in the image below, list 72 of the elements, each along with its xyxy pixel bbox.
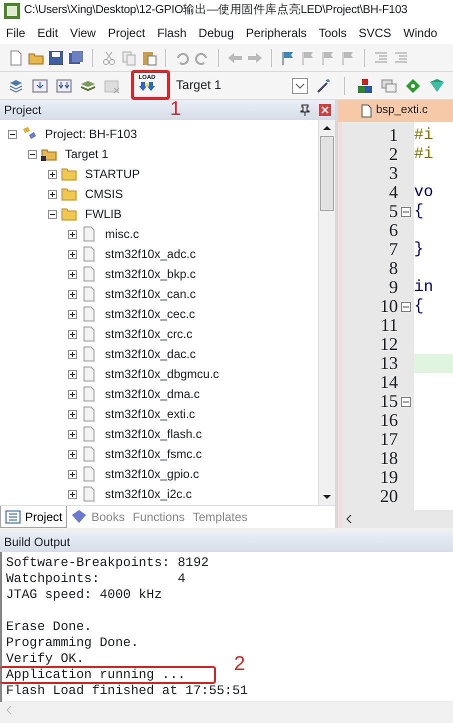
output-line: Software-Breakpoints: 8192 bbox=[6, 558, 209, 568]
output-line: Watchpoints: 4 bbox=[6, 574, 186, 584]
tree-item[interactable]: stm32f10x_can.c bbox=[105, 285, 196, 303]
tree-item[interactable]: CMSIS bbox=[85, 185, 124, 203]
line-number: 19 bbox=[380, 468, 398, 487]
output-line: Flash Load finished at 17:55:51 bbox=[6, 686, 248, 696]
line-number: 13 bbox=[380, 354, 398, 373]
tree-item[interactable]: stm32f10x_flash.c bbox=[105, 425, 202, 443]
code-text: } bbox=[414, 240, 424, 258]
line-number: 11 bbox=[380, 316, 398, 335]
line-number: 5 bbox=[389, 202, 398, 221]
line-number: 17 bbox=[380, 430, 398, 449]
tree-item[interactable]: stm32f10x_dma.c bbox=[105, 385, 200, 403]
tree-item[interactable]: stm32f10x_adc.c bbox=[105, 245, 196, 263]
menu-item[interactable]: Flash bbox=[151, 24, 193, 42]
tree-item[interactable]: stm32f10x_fsmc.c bbox=[105, 445, 202, 463]
output-line: Application running ... bbox=[6, 670, 186, 680]
menu-item[interactable]: View bbox=[64, 24, 102, 42]
target-name: Target 1 bbox=[176, 77, 222, 94]
menu-item[interactable]: Windo bbox=[397, 24, 444, 42]
tree-item[interactable]: misc.c bbox=[105, 225, 139, 243]
tree-item[interactable]: Project: BH-F103 bbox=[45, 125, 138, 143]
menu-item[interactable]: Peripherals bbox=[240, 24, 313, 42]
line-number: 8 bbox=[389, 259, 398, 278]
line-number: 2 bbox=[389, 145, 398, 164]
line-number: 14 bbox=[380, 373, 398, 392]
tree-item[interactable]: STARTUP bbox=[85, 165, 140, 183]
code-text: #i bbox=[414, 126, 434, 144]
panel-title: Project bbox=[4, 102, 42, 119]
line-number: 12 bbox=[380, 335, 398, 354]
code-text: in bbox=[414, 278, 434, 296]
output-line: Programming Done. bbox=[6, 638, 139, 648]
output-line: Verify OK. bbox=[6, 654, 84, 664]
tree-item[interactable]: stm32f10x_crc.c bbox=[105, 325, 192, 343]
line-number: 16 bbox=[380, 411, 398, 430]
menu-item[interactable]: Tools bbox=[312, 24, 353, 42]
tree-item[interactable]: stm32f10x_i2c.c bbox=[105, 485, 192, 503]
menu-item[interactable]: Project bbox=[102, 24, 152, 42]
tree-item[interactable]: stm32f10x_dac.c bbox=[105, 345, 196, 363]
panel-tab[interactable]: Project bbox=[0, 506, 68, 528]
annotation-number: 1 bbox=[170, 99, 182, 119]
output-line: JTAG speed: 4000 kHz bbox=[6, 590, 162, 600]
code-text: vo bbox=[414, 183, 434, 201]
window-title: C:\Users\Xing\Desktop\12-GPIO输出—使用固件库点亮LED\Project\BH-F103 bbox=[24, 2, 408, 18]
code-text: { bbox=[414, 202, 424, 220]
annotation-number: 2 bbox=[234, 654, 246, 674]
tree-item[interactable]: stm32f10x_cec.c bbox=[105, 305, 196, 323]
line-number: 1 bbox=[389, 126, 398, 145]
editor-tab[interactable]: bsp_exti.c bbox=[338, 100, 453, 122]
line-number: 4 bbox=[389, 183, 398, 202]
line-number: 3 bbox=[389, 164, 398, 183]
tree-item[interactable]: stm32f10x_gpio.c bbox=[105, 465, 200, 483]
line-number: 7 bbox=[389, 240, 398, 259]
line-number: 20 bbox=[380, 487, 398, 506]
tree-item[interactable]: stm32f10x_bkp.c bbox=[105, 265, 196, 283]
panel-title: Build Output bbox=[4, 534, 70, 551]
tree-item[interactable]: Target 1 bbox=[65, 145, 108, 163]
line-number: 6 bbox=[389, 221, 398, 240]
menu-item[interactable]: File bbox=[0, 24, 32, 42]
tree-item[interactable]: stm32f10x_dbgmcu.c bbox=[105, 365, 220, 383]
output-line: Erase Done. bbox=[6, 622, 92, 632]
line-number: 18 bbox=[380, 449, 398, 468]
code-text: #i bbox=[414, 145, 434, 163]
tree-item[interactable]: stm32f10x_exti.c bbox=[105, 405, 196, 423]
tree-item[interactable]: FWLIB bbox=[85, 205, 122, 223]
menu-item[interactable]: Debug bbox=[192, 24, 240, 42]
line-number: 15 bbox=[380, 392, 398, 411]
line-number: 9 bbox=[389, 278, 398, 297]
menu-item[interactable]: SVCS bbox=[352, 24, 398, 42]
line-number: 10 bbox=[380, 297, 398, 316]
code-text: { bbox=[414, 297, 424, 315]
menu-item[interactable]: Edit bbox=[31, 24, 64, 42]
